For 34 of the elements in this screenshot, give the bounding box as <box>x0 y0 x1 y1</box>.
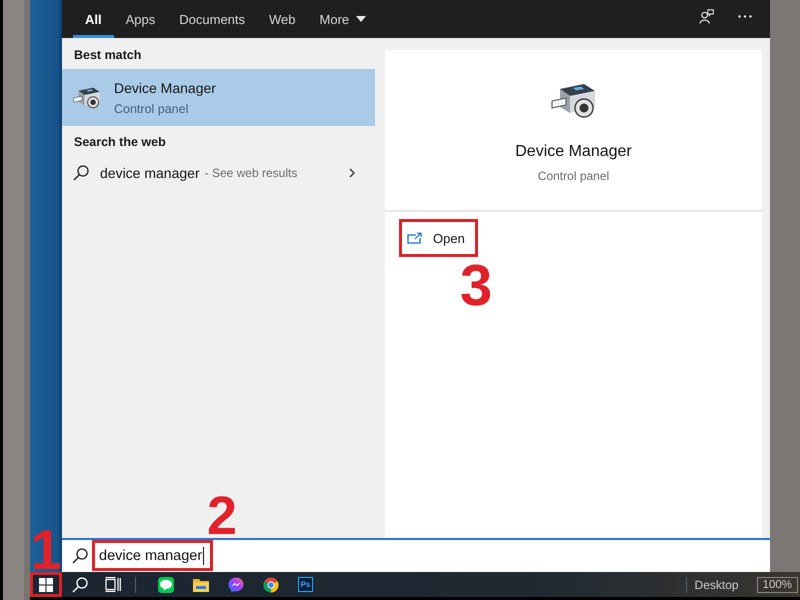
search-icon <box>73 165 89 181</box>
step-number: 3 <box>460 257 492 315</box>
box-arrow-icon <box>407 232 422 244</box>
desktop-toolbar-label[interactable]: Desktop <box>694 578 739 592</box>
preview-title: Device Manager <box>515 142 632 161</box>
search-icon <box>72 576 88 592</box>
start-button[interactable] <box>30 572 62 597</box>
window-panes-icon <box>104 577 120 592</box>
browser-icon <box>262 576 278 592</box>
editor-app-icon: Ps <box>298 577 313 592</box>
window-logo-icon <box>39 578 53 592</box>
action-button[interactable]: Open <box>399 219 478 257</box>
filter-tab[interactable]: Documents <box>167 0 258 38</box>
section-heading: Best match <box>73 47 142 64</box>
filter-tab[interactable]: Apps <box>114 0 168 38</box>
section-heading: Search the web <box>73 134 167 151</box>
step-number: 1 <box>30 522 62 578</box>
search-field[interactable]: device manager <box>62 538 770 572</box>
web-result-item[interactable]: device manager - See web results <box>62 159 375 187</box>
caret-icon <box>356 16 366 22</box>
preview-subtitle: Control panel <box>538 169 610 184</box>
ellipsis-icon[interactable] <box>738 14 752 18</box>
filter-tab[interactable]: Web <box>257 0 308 38</box>
device-icon <box>73 84 101 110</box>
percentage-indicator: 100% <box>756 576 798 592</box>
chat-bubble-icon <box>158 576 174 592</box>
filter-tab[interactable]: More <box>308 0 378 38</box>
search-icon <box>72 548 88 564</box>
folder-icon <box>192 576 208 592</box>
chevron-right-icon <box>349 168 355 178</box>
pinned-app-button[interactable]: Ps <box>288 572 323 597</box>
result-item[interactable]: Device Manager Control panel <box>62 69 375 126</box>
lightning-chat-icon <box>228 576 244 592</box>
person-chat-icon[interactable] <box>699 8 714 24</box>
